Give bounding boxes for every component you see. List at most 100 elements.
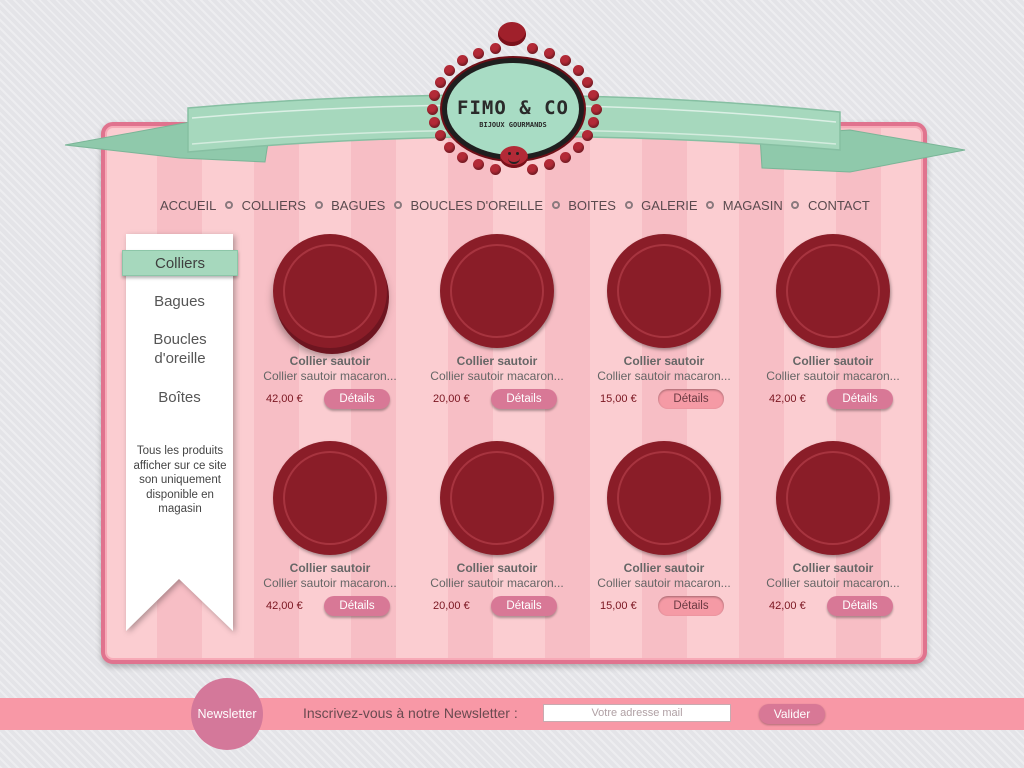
sidebar-item-boites[interactable]: Boîtes bbox=[126, 388, 233, 407]
bead-icon bbox=[472, 159, 484, 171]
logo-badge: FIMO & CO BIJOUX GOURMANDS bbox=[442, 58, 584, 160]
bead-icon bbox=[490, 43, 502, 55]
smiling-macaron-icon bbox=[500, 146, 528, 168]
product-price: 20,00 € bbox=[433, 393, 470, 405]
bead-icon bbox=[544, 159, 556, 171]
bead-icon bbox=[559, 55, 571, 67]
bead-icon bbox=[428, 117, 440, 129]
product-image[interactable] bbox=[273, 234, 387, 348]
product-card: Collier sautoir Collier sautoir macaron.… bbox=[592, 441, 732, 631]
bead-icon bbox=[544, 47, 556, 59]
sidebar-item-colliers[interactable]: Colliers bbox=[122, 250, 238, 276]
product-title[interactable]: Collier sautoir bbox=[761, 354, 905, 368]
product-card: Collier sautoir Collier sautoir macaron.… bbox=[258, 441, 398, 631]
product-description: Collier sautoir macaron... bbox=[430, 576, 564, 590]
details-button[interactable]: Détails bbox=[658, 596, 724, 616]
product-card: Collier sautoir Collier sautoir macaron.… bbox=[425, 234, 565, 424]
product-card: Collier sautoir Collier sautoir macaron.… bbox=[761, 234, 901, 424]
nav-separator-icon bbox=[393, 201, 402, 209]
product-description: Collier sautoir macaron... bbox=[597, 369, 731, 383]
details-button[interactable]: Détails bbox=[491, 596, 557, 616]
store-availability-note: Tous les produits afficher sur ce site s… bbox=[133, 445, 227, 515]
newsletter-label: Inscrivez-vous à notre Newsletter : bbox=[303, 705, 518, 721]
bead-icon bbox=[588, 117, 600, 129]
product-description: Collier sautoir macaron... bbox=[597, 576, 731, 590]
bead-icon bbox=[526, 43, 538, 55]
product-description: Collier sautoir macaron... bbox=[263, 369, 397, 383]
details-button[interactable]: Détails bbox=[827, 596, 893, 616]
product-title[interactable]: Collier sautoir bbox=[258, 561, 402, 575]
nav-accueil[interactable]: ACCUEIL bbox=[160, 198, 216, 213]
product-title[interactable]: Collier sautoir bbox=[761, 561, 905, 575]
product-price: 42,00 € bbox=[769, 600, 806, 612]
product-price: 15,00 € bbox=[600, 600, 637, 612]
email-field[interactable] bbox=[543, 704, 731, 722]
logo-title: FIMO & CO bbox=[457, 97, 569, 119]
product-image[interactable] bbox=[607, 234, 721, 348]
details-button[interactable]: Détails bbox=[324, 389, 390, 409]
nav-galerie[interactable]: GALERIE bbox=[641, 198, 697, 213]
product-price: 42,00 € bbox=[266, 600, 303, 612]
bead-icon bbox=[572, 64, 584, 76]
product-title[interactable]: Collier sautoir bbox=[425, 561, 569, 575]
bead-icon bbox=[444, 64, 456, 76]
bead-icon bbox=[457, 55, 469, 67]
bead-icon bbox=[490, 163, 502, 175]
product-image[interactable] bbox=[607, 441, 721, 555]
bead-icon bbox=[472, 47, 484, 59]
product-card: Collier sautoir Collier sautoir macaron.… bbox=[258, 234, 398, 424]
bead-icon bbox=[444, 142, 456, 154]
product-image[interactable] bbox=[440, 441, 554, 555]
nav-separator-icon bbox=[706, 201, 715, 209]
nav-separator-icon bbox=[314, 201, 323, 209]
product-image[interactable] bbox=[440, 234, 554, 348]
main-nav: ACCUEIL COLLIERS BAGUES BOUCLES D'OREILL… bbox=[160, 195, 870, 215]
product-image[interactable] bbox=[776, 234, 890, 348]
details-button[interactable]: Détails bbox=[491, 389, 557, 409]
newsletter-badge: Newsletter bbox=[191, 678, 263, 750]
details-button[interactable]: Détails bbox=[658, 389, 724, 409]
nav-colliers[interactable]: COLLIERS bbox=[242, 198, 306, 213]
bead-icon bbox=[426, 103, 438, 115]
nav-separator-icon bbox=[624, 201, 633, 209]
sidebar-item-bagues[interactable]: Bagues bbox=[126, 292, 233, 311]
product-card: Collier sautoir Collier sautoir macaron.… bbox=[425, 441, 565, 631]
category-sidebar: Colliers Bagues Boucles d'oreille Boîtes… bbox=[122, 234, 238, 634]
bead-icon bbox=[526, 163, 538, 175]
product-title[interactable]: Collier sautoir bbox=[425, 354, 569, 368]
bead-icon bbox=[434, 130, 446, 142]
bead-icon bbox=[582, 130, 594, 142]
macaron-icon bbox=[498, 22, 526, 46]
site-logo[interactable]: FIMO & CO BIJOUX GOURMANDS bbox=[422, 18, 606, 178]
product-image[interactable] bbox=[273, 441, 387, 555]
product-title[interactable]: Collier sautoir bbox=[592, 561, 736, 575]
product-title[interactable]: Collier sautoir bbox=[592, 354, 736, 368]
product-description: Collier sautoir macaron... bbox=[766, 369, 900, 383]
nav-separator-icon bbox=[791, 201, 800, 209]
bead-icon bbox=[434, 76, 446, 88]
details-button[interactable]: Détails bbox=[324, 596, 390, 616]
product-description: Collier sautoir macaron... bbox=[430, 369, 564, 383]
product-title[interactable]: Collier sautoir bbox=[258, 354, 402, 368]
product-card: Collier sautoir Collier sautoir macaron.… bbox=[761, 441, 901, 631]
nav-contact[interactable]: CONTACT bbox=[808, 198, 870, 213]
nav-separator-icon bbox=[224, 201, 233, 209]
bead-icon bbox=[588, 89, 600, 101]
nav-boites[interactable]: BOITES bbox=[568, 198, 616, 213]
product-price: 15,00 € bbox=[600, 393, 637, 405]
nav-magasin[interactable]: MAGASIN bbox=[723, 198, 783, 213]
bead-icon bbox=[572, 142, 584, 154]
product-price: 42,00 € bbox=[266, 393, 303, 405]
nav-boucles-doreille[interactable]: BOUCLES D'OREILLE bbox=[411, 198, 544, 213]
bead-icon bbox=[590, 103, 602, 115]
product-card: Collier sautoir Collier sautoir macaron.… bbox=[592, 234, 732, 424]
nav-bagues[interactable]: BAGUES bbox=[331, 198, 385, 213]
product-price: 20,00 € bbox=[433, 600, 470, 612]
product-image[interactable] bbox=[776, 441, 890, 555]
product-price: 42,00 € bbox=[769, 393, 806, 405]
submit-button[interactable]: Valider bbox=[759, 704, 825, 724]
product-description: Collier sautoir macaron... bbox=[766, 576, 900, 590]
bead-icon bbox=[428, 89, 440, 101]
sidebar-item-boucles-doreille[interactable]: Boucles d'oreille bbox=[140, 330, 220, 368]
details-button[interactable]: Détails bbox=[827, 389, 893, 409]
